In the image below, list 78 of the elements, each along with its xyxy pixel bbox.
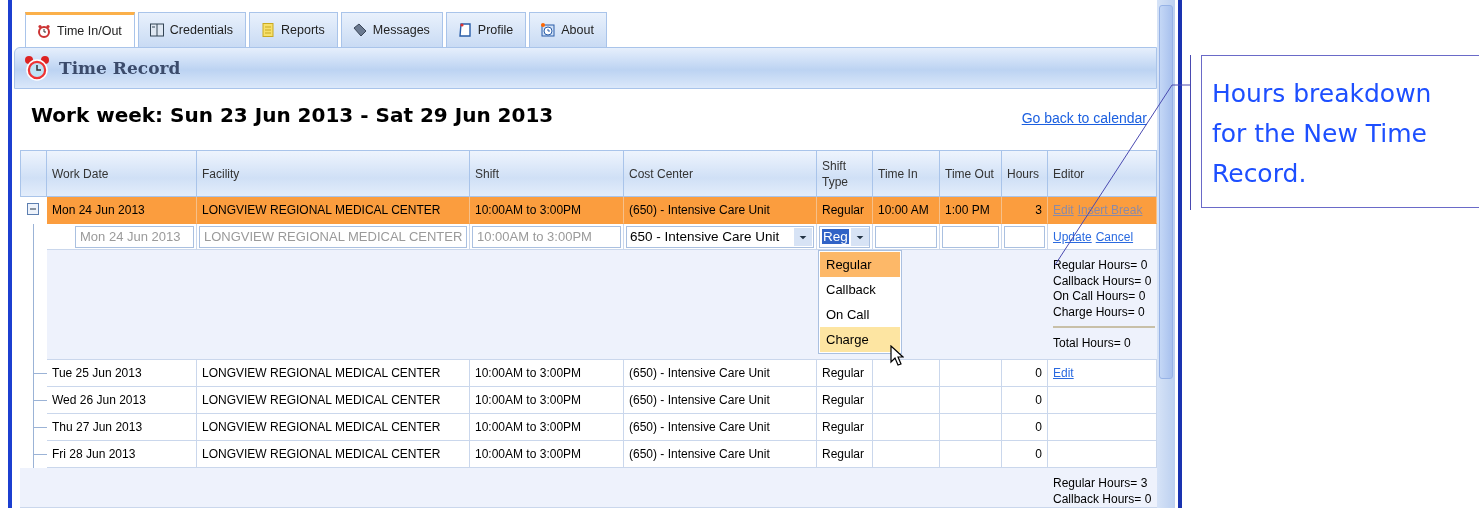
table-cell: Regular: [817, 197, 873, 224]
tag-icon: [351, 22, 368, 38]
table-cell: 1:00 PM: [940, 197, 1002, 224]
alarm-clock-icon: [36, 23, 52, 39]
hours-breakdown-line: On Call Hours= 0: [1053, 289, 1147, 305]
table-cell: [940, 414, 1002, 441]
table-cell: 0: [1002, 360, 1048, 387]
time-out-field[interactable]: [942, 225, 999, 248]
back-to-calendar-link[interactable]: Go back to calendar: [1021, 110, 1147, 127]
table-cell: Wed 26 Jun 2013: [47, 387, 197, 414]
table-cell: [940, 387, 1002, 414]
table-cell: Mon 24 Jun 2013: [47, 197, 197, 224]
collapse-icon[interactable]: [27, 203, 39, 215]
notepad-icon: [456, 22, 473, 38]
hours-summary-line: Callback Hours= 0: [1053, 491, 1153, 507]
column-header: Cost Center: [624, 150, 817, 197]
form-link[interactable]: Cancel: [1095, 229, 1134, 244]
column-header: Time In: [873, 150, 940, 197]
hours-breakdown-line: Callback Hours= 0: [1053, 273, 1153, 289]
time-in-field[interactable]: [875, 225, 937, 248]
column-header: Shift: [470, 150, 624, 197]
table-cell: 10:00 AM: [873, 197, 940, 224]
table-cell: [873, 387, 940, 414]
dropdown-option[interactable]: Charge: [820, 327, 900, 352]
tab[interactable]: About: [529, 12, 607, 47]
panel-title: Time Record: [59, 58, 181, 79]
table-cell: (650) - Intensive Care Unit: [624, 360, 817, 387]
table-cell: 0: [1002, 414, 1048, 441]
table-cell: LONGVIEW REGIONAL MEDICAL CENTER: [197, 360, 470, 387]
table-cell: Regular: [817, 414, 873, 441]
tab[interactable]: Reports: [249, 12, 338, 47]
dropdown-option[interactable]: On Call: [820, 302, 900, 327]
table-cell: 10:00AM to 3:00PM: [470, 360, 624, 387]
table-cell: Thu 27 Jun 2013: [47, 414, 197, 441]
table-cell: 10:00AM to 3:00PM: [470, 387, 624, 414]
tab[interactable]: Credentials: [137, 12, 247, 47]
scrollbar[interactable]: [1157, 0, 1175, 508]
column-header: Work Date: [47, 150, 197, 197]
table-cell: LONGVIEW REGIONAL MEDICAL CENTER: [197, 387, 470, 414]
table-cell: (650) - Intensive Care Unit: [624, 197, 817, 224]
table-cell: Tue 25 Jun 2013: [47, 360, 197, 387]
table-cell: 0: [1002, 387, 1048, 414]
table-cell: 3: [1002, 197, 1048, 224]
table-cell: 10:00AM to 3:00PM: [470, 414, 624, 441]
note-icon: [260, 22, 277, 38]
callout-text: Hours breakdown for the New Time Record.: [1212, 78, 1433, 190]
clock-icon: [540, 22, 557, 38]
dropdown-option[interactable]: Callback: [820, 277, 900, 302]
row-link[interactable]: Edit: [1053, 366, 1074, 380]
column-header: Hours: [1002, 150, 1048, 197]
alarm-clock-icon: [23, 53, 51, 84]
column-header: Facility: [197, 150, 470, 197]
hours-field[interactable]: [1004, 225, 1045, 248]
total-hours: Total Hours= 0: [1053, 336, 1132, 352]
tab[interactable]: Messages: [340, 12, 443, 47]
shift-type-dropdown[interactable]: Reg: [819, 225, 870, 248]
column-header: Editor: [1048, 150, 1157, 197]
table-cell: Regular: [817, 360, 873, 387]
hours-breakdown-line: Charge Hours= 0: [1053, 304, 1146, 320]
table-cell: [873, 414, 940, 441]
column-header: [20, 150, 47, 197]
table-cell: (650) - Intensive Care Unit: [624, 414, 817, 441]
column-header: Shift Type: [817, 150, 873, 197]
dropdown-option[interactable]: Regular: [820, 252, 900, 277]
hours-breakdown-line: Regular Hours= 0: [1053, 258, 1149, 274]
tab[interactable]: Time In/Out: [25, 12, 135, 47]
table-cell: (650) - Intensive Care Unit: [624, 387, 817, 414]
cost-center-dropdown[interactable]: 650 - Intensive Care Unit: [626, 225, 814, 248]
form-link[interactable]: Update: [1053, 229, 1092, 244]
column-header: Time Out: [940, 150, 1002, 197]
book-icon: [148, 22, 165, 38]
hours-summary-line: Regular Hours= 3: [1053, 476, 1149, 492]
table-cell: 10:00AM to 3:00PM: [470, 197, 624, 224]
tab[interactable]: Profile: [445, 12, 527, 47]
work-week-heading: Work week: Sun 23 Jun 2013 - Sat 29 Jun 2013: [31, 103, 554, 128]
table-cell: LONGVIEW REGIONAL MEDICAL CENTER: [197, 197, 470, 224]
table-cell: LONGVIEW REGIONAL MEDICAL CENTER: [197, 414, 470, 441]
table-cell: Regular: [817, 387, 873, 414]
